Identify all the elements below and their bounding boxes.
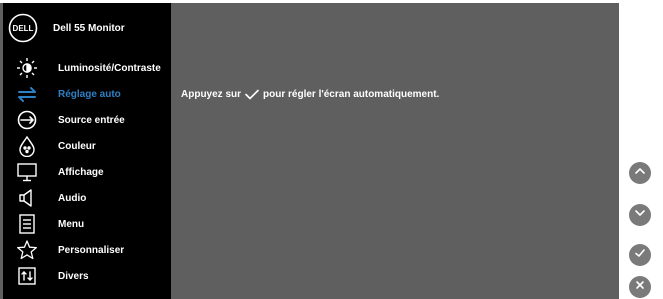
menu-item-label: Source entrée [58, 114, 125, 126]
menu-item-personalize[interactable]: Personnaliser [3, 237, 171, 263]
monitor-osd: DELL Dell 55 Monitor Luminosité/Contrast… [0, 3, 619, 299]
chevron-down-icon [634, 206, 646, 224]
up-button[interactable] [629, 162, 651, 184]
svg-text:DELL: DELL [13, 24, 34, 33]
exit-button[interactable] [629, 276, 651, 298]
menu-item-brightness-contrast[interactable]: Luminosité/Contraste [3, 55, 171, 81]
menu-item-label: Couleur [58, 140, 96, 152]
menu-item-label: Menu [58, 218, 85, 230]
color-icon [15, 135, 39, 157]
menu-document-icon [15, 213, 39, 235]
menu-item-label: Affichage [58, 166, 104, 178]
auto-adjust-icon [15, 83, 39, 105]
menu-item-audio[interactable]: Audio [3, 185, 171, 211]
monitor-buttons [629, 160, 663, 299]
check-icon [245, 89, 259, 100]
menu-item-label: Personnaliser [58, 244, 125, 256]
auto-adjust-message: Appuyez sur pour régler l'écran automati… [181, 89, 439, 100]
speaker-icon [15, 187, 39, 209]
menu-item-color[interactable]: Couleur [3, 133, 171, 159]
chevron-up-icon [634, 164, 646, 182]
menu-item-label: Audio [58, 192, 87, 204]
osd-menu: Luminosité/Contraste Réglage auto Source… [3, 55, 171, 289]
osd-header: DELL Dell 55 Monitor [3, 3, 171, 53]
menu-item-label: Divers [58, 270, 89, 282]
menu-item-auto-adjust[interactable]: Réglage auto [3, 81, 171, 107]
display-icon [15, 161, 39, 183]
message-text-before: Appuyez sur [181, 89, 242, 100]
check-icon [634, 246, 646, 264]
dell-logo-icon: DELL [8, 13, 38, 43]
menu-item-input-source[interactable]: Source entrée [3, 107, 171, 133]
monitor-title: Dell 55 Monitor [53, 22, 125, 34]
close-icon [634, 278, 646, 296]
menu-item-label: Luminosité/Contraste [58, 62, 161, 74]
others-icon [15, 265, 39, 287]
menu-item-label: Réglage auto [58, 88, 121, 100]
menu-item-menu[interactable]: Menu [3, 211, 171, 237]
down-button[interactable] [629, 204, 651, 226]
confirm-button[interactable] [629, 244, 651, 266]
brightness-icon [15, 57, 39, 79]
menu-item-others[interactable]: Divers [3, 263, 171, 289]
input-source-icon [15, 109, 39, 131]
star-icon [15, 239, 39, 261]
menu-item-display[interactable]: Affichage [3, 159, 171, 185]
sidebar: DELL Dell 55 Monitor Luminosité/Contrast… [3, 3, 171, 299]
message-text-after: pour régler l'écran automatiquement. [263, 89, 440, 100]
